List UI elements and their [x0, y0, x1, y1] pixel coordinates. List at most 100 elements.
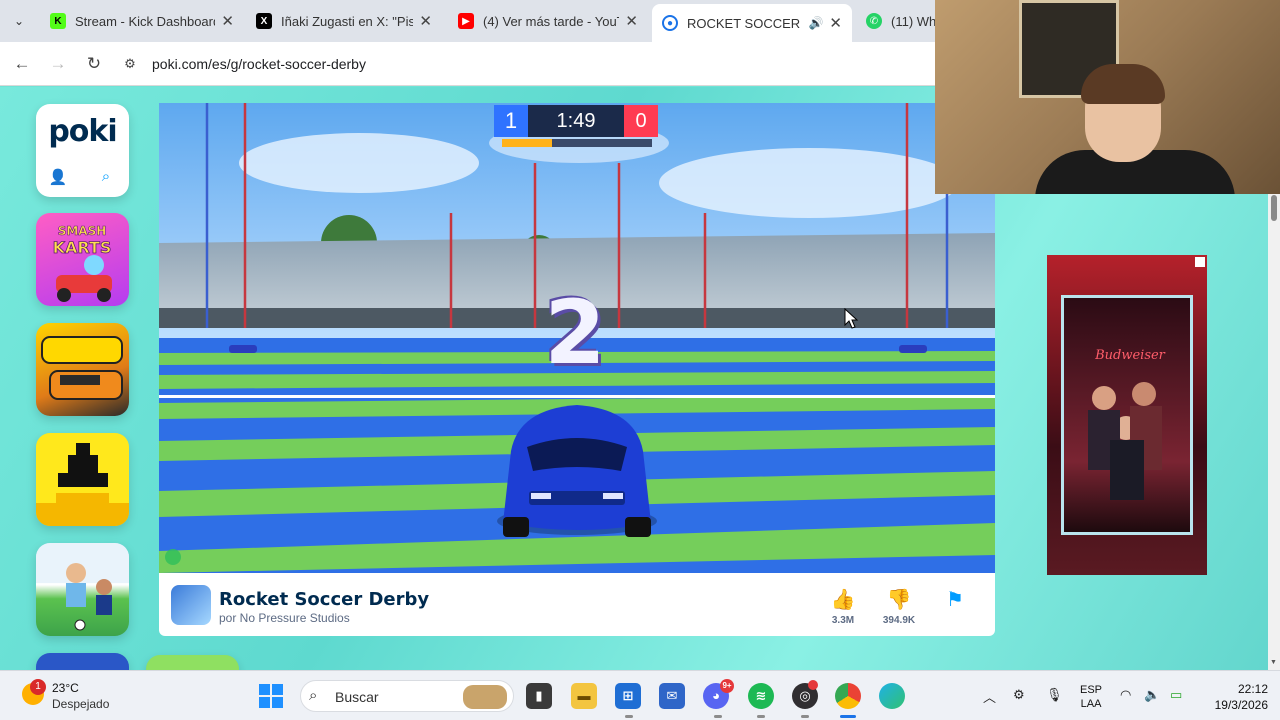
game-tile-smash-karts[interactable]: SMASH KARTS	[36, 213, 129, 306]
game-tile-extra[interactable]	[146, 655, 239, 670]
scrollbar-thumb[interactable]	[1271, 195, 1277, 221]
clock-time: 22:12	[1237, 682, 1268, 696]
language-line1: ESP	[1080, 684, 1103, 696]
clock-date: 19/3/2026	[1214, 698, 1268, 712]
search-icon[interactable]: ⌕	[94, 168, 118, 188]
close-icon[interactable]: ✕	[221, 12, 234, 30]
cars-art	[41, 336, 123, 400]
boost-bar-fill	[502, 139, 552, 147]
url-field[interactable]: ⚙ poki.com/es/g/rocket-soccer-derby	[118, 48, 934, 80]
streamer-hair	[1081, 64, 1165, 104]
poki-logo[interactable]: poki	[36, 114, 129, 149]
whatsapp-icon: ✆	[866, 13, 882, 29]
boost-bar	[502, 139, 652, 147]
running-indicator	[714, 715, 722, 718]
wifi-icon[interactable]: ◠	[1120, 687, 1131, 703]
outlook-icon[interactable]: ✉	[659, 683, 685, 709]
game-developer: por No Pressure Studios	[219, 611, 350, 625]
battery-icon[interactable]: ▭	[1170, 687, 1182, 703]
tab-search-chevron-icon[interactable]: ⌄	[8, 10, 30, 32]
recording-dot	[808, 680, 818, 690]
notification-badge: 1	[30, 679, 46, 695]
game-tile-cars[interactable]	[36, 323, 129, 416]
forward-arrow-icon[interactable]: →	[46, 52, 70, 76]
orange-team-score: 0	[624, 105, 658, 137]
game-tile-soccer[interactable]	[36, 543, 129, 636]
tab-rocket-soccer[interactable]: ● ROCKET SOCCER DE 🔊 ✕	[652, 4, 852, 42]
kick-icon: K	[50, 13, 66, 29]
back-arrow-icon[interactable]: ←	[10, 52, 34, 76]
search-label: Buscar	[335, 689, 379, 705]
flag-icon: ⚑	[946, 589, 964, 611]
poki-icon: ●	[662, 15, 678, 31]
close-icon[interactable]: ✕	[419, 12, 432, 30]
game-info-bar: Rocket Soccer Derby por No Pressure Stud…	[159, 573, 995, 636]
report-button[interactable]: ⚑	[930, 587, 980, 611]
windows-start-icon[interactable]	[258, 683, 284, 709]
weather-temperature: 23°C	[52, 681, 79, 695]
soccer-art	[36, 543, 129, 631]
mouse-cursor-icon	[844, 308, 859, 329]
language-line2: LAA	[1080, 698, 1102, 710]
tab-title: (11) Wha	[891, 13, 936, 29]
chevron-up-icon[interactable]: ︿	[983, 687, 996, 706]
tab-title: ROCKET SOCCER DE	[687, 15, 802, 31]
url-text: poki.com/es/g/rocket-soccer-derby	[152, 56, 366, 72]
system-clock[interactable]: 22:12 19/3/2026	[1196, 681, 1268, 713]
spotify-icon[interactable]: ≋	[748, 683, 774, 709]
reload-icon[interactable]: ↻	[82, 52, 106, 76]
active-indicator	[840, 715, 856, 718]
smash-karts-art: SMASH KARTS	[52, 224, 112, 302]
chrome-icon[interactable]	[835, 683, 861, 709]
climb-art	[36, 443, 129, 526]
match-timer: 1:49	[528, 105, 624, 137]
search-icon: ⌕	[309, 687, 318, 704]
scroll-down-icon[interactable]: ▼	[1270, 659, 1277, 666]
running-indicator	[757, 715, 765, 718]
site-settings-icon[interactable]: ⚙	[118, 56, 142, 72]
store-icon[interactable]: ⊞	[615, 683, 641, 709]
thumbs-up-icon: 👍	[830, 589, 856, 611]
task-view-icon[interactable]: ▮	[526, 683, 552, 709]
close-icon[interactable]: ✕	[625, 12, 638, 30]
webcam-overlay	[935, 0, 1280, 194]
running-indicator	[625, 715, 633, 718]
ad-close-icon[interactable]	[1195, 257, 1205, 267]
tab-title: Iñaki Zugasti en X: "Pista	[281, 13, 414, 29]
scoreboard: 1 1:49 0	[494, 105, 658, 147]
tab-kick[interactable]: K Stream - Kick Dashboard ✕	[40, 6, 244, 36]
like-button[interactable]: 👍 3.3M	[818, 587, 868, 626]
windows-taskbar: 1 23°C Despejado ⌕ Buscar ▮ ▬ ⊞ ✉ ◕ 9+ ≋…	[0, 670, 1280, 720]
tab-title: (4) Ver más tarde - YouTu	[483, 13, 620, 29]
tab-whatsapp[interactable]: ✆ (11) Wha	[856, 6, 946, 36]
discord-badge: 9+	[720, 679, 734, 693]
microphone-icon[interactable]: 🎙	[1046, 687, 1063, 703]
game-canvas[interactable]: 1 1:49 0 2	[159, 103, 995, 573]
edge-icon[interactable]	[879, 683, 905, 709]
close-icon[interactable]: ✕	[829, 14, 842, 32]
ad-people-art	[1088, 382, 1162, 500]
youtube-icon: ▶	[458, 13, 474, 29]
svg-text:KARTS: KARTS	[53, 238, 112, 257]
weather-condition: Despejado	[52, 697, 110, 711]
game-title: Rocket Soccer Derby	[219, 589, 430, 610]
svg-text:SMASH: SMASH	[58, 224, 107, 238]
speaker-icon[interactable]: 🔊	[808, 16, 823, 30]
thumbs-down-icon: 👎	[886, 589, 912, 611]
advertisement[interactable]: Budweiser	[1047, 255, 1207, 575]
network-tray-icon[interactable]: ⚙	[1013, 687, 1025, 703]
user-icon[interactable]: 👤	[46, 168, 70, 188]
language-indicator[interactable]: ESP LAA	[1080, 683, 1102, 711]
game-tile-climb[interactable]	[36, 433, 129, 526]
blue-team-score: 1	[494, 105, 528, 137]
game-tile-action[interactable]	[36, 653, 129, 670]
file-explorer-icon[interactable]: ▬	[571, 683, 597, 709]
tab-youtube[interactable]: ▶ (4) Ver más tarde - YouTu ✕	[448, 6, 648, 36]
volume-icon[interactable]: 🔈	[1144, 687, 1160, 703]
dislike-count: 394.9K	[882, 615, 916, 626]
dislike-button[interactable]: 👎 394.9K	[874, 587, 924, 626]
tab-x[interactable]: X Iñaki Zugasti en X: "Pista ✕	[246, 6, 442, 36]
taskbar-search-input[interactable]: ⌕ Buscar	[300, 680, 514, 712]
running-indicator	[801, 715, 809, 718]
ad-image-frame: Budweiser	[1061, 295, 1193, 535]
